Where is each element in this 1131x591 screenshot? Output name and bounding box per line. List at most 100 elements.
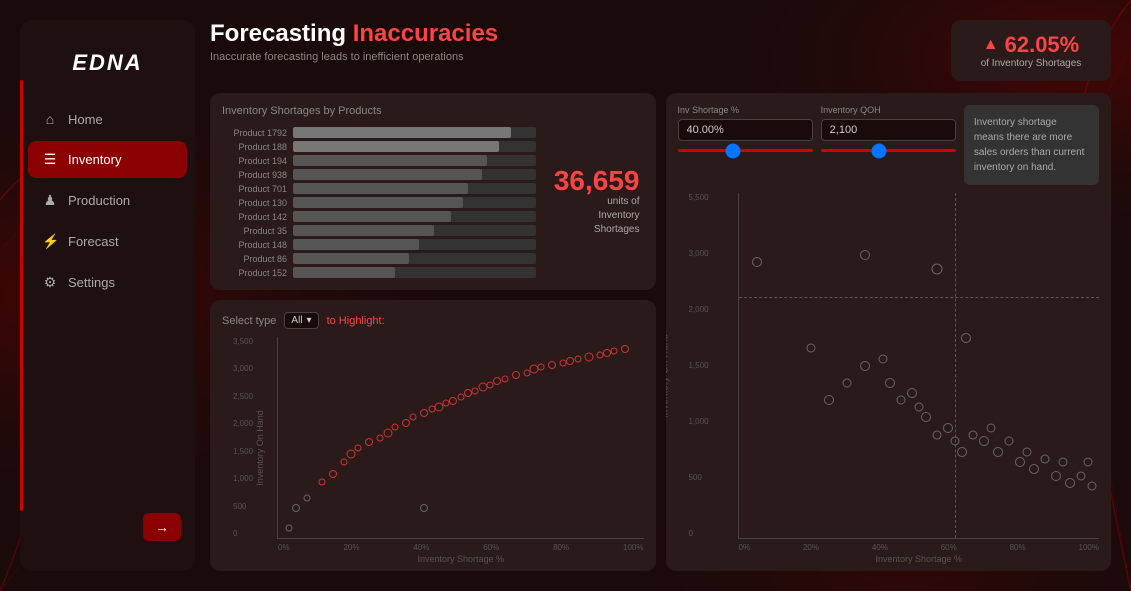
kpi-value: 62.05% (1005, 32, 1080, 58)
bar-fill (293, 169, 482, 180)
inv-shortage-input[interactable] (678, 119, 813, 141)
bar-label: Product 86 (222, 254, 287, 264)
bar-fill (293, 155, 487, 166)
inv-qoh-input[interactable] (821, 119, 956, 141)
sidebar-item-home[interactable]: ⌂ Home (28, 101, 187, 137)
bar-chart-panel: Inventory Shortages by Products Product … (210, 93, 656, 290)
scatter-dot (957, 447, 967, 457)
bar-track (293, 183, 536, 194)
inv-qoh-group: Inventory QOH (821, 105, 956, 185)
x-tick: 80% (1010, 543, 1026, 552)
bar-label: Product 188 (222, 142, 287, 152)
scatter-dot (355, 444, 362, 451)
scatter-dot (986, 423, 995, 432)
bar-row: Product 148 (222, 239, 536, 250)
bar-chart-content: Product 1792 Product 188 Product 194 Pro… (222, 125, 644, 278)
right-controls: Inv Shortage % Inventory QOH Inventory s… (678, 105, 1100, 185)
right-x-axis-label: Inventory Shortage % (875, 554, 962, 564)
scatter-dot (932, 430, 941, 439)
scatter-dot (914, 402, 923, 411)
bar-row: Product 142 (222, 211, 536, 222)
scatter-dot (979, 436, 989, 446)
bar-label: Product 35 (222, 226, 287, 236)
info-box: Inventory shortage means there are more … (964, 105, 1099, 185)
scatter-dot (347, 449, 356, 458)
y-tick: 2,000 (233, 419, 253, 428)
alert-icon: ▲ (983, 36, 999, 54)
scatter-right-container: Inventory On Hand 5,500 3,000 2,000 1,50… (678, 193, 1100, 559)
scatter-dot (860, 250, 870, 260)
inv-shortage-slider[interactable] (678, 149, 813, 152)
inventory-icon: ☰ (42, 151, 58, 168)
sidebar-item-inventory-label: Inventory (68, 152, 121, 167)
type-dropdown[interactable]: All ▾ (284, 312, 318, 329)
bar-row: Product 152 (222, 267, 536, 278)
scatter-dot (340, 458, 347, 465)
scatter-dot (993, 447, 1003, 457)
scatter-dot (611, 348, 618, 355)
bar-fill (293, 183, 468, 194)
sidebar-item-inventory[interactable]: ☰ Inventory (28, 141, 187, 178)
inv-qoh-slider[interactable] (821, 149, 956, 152)
scatter-dot (493, 377, 501, 385)
inv-shortage-label: Inv Shortage % (678, 105, 813, 115)
x-tick: 100% (623, 543, 643, 552)
scatter-dot (806, 344, 815, 353)
y-tick: 3,500 (233, 337, 253, 346)
bar-track (293, 239, 536, 250)
scatter-dot (304, 494, 311, 501)
bar-fill (293, 225, 434, 236)
chevron-down-icon: ▾ (307, 315, 312, 326)
big-label: units ofInventoryShortages (594, 195, 640, 237)
left-x-axis-label: Inventory Shortage % (417, 554, 504, 564)
logout-button[interactable]: → (143, 513, 181, 541)
scatter-dot (943, 423, 953, 433)
scatter-dot (574, 356, 581, 363)
scatter-dot (1087, 482, 1096, 491)
bar-list: Product 1792 Product 188 Product 194 Pro… (222, 125, 536, 278)
forecast-icon: ⚡ (42, 233, 58, 250)
title-accent: Inaccuracies (353, 20, 498, 47)
scatter-dot (878, 354, 887, 363)
page-subtitle: Inaccurate forecasting leads to ineffici… (210, 51, 498, 63)
scatter-dot (486, 382, 493, 389)
scatter-dot (383, 429, 392, 438)
select-type-label: Select type (222, 315, 276, 327)
y-tick: 3,000 (233, 364, 253, 373)
sidebar-item-production[interactable]: ♟ Production (28, 182, 187, 219)
scatter-dot (896, 396, 905, 405)
sidebar-item-forecast-label: Forecast (68, 234, 119, 249)
sidebar-bottom: → (20, 503, 195, 551)
bar-row: Product 35 (222, 225, 536, 236)
scatter-dot (603, 349, 611, 357)
scatter-dot (1015, 457, 1025, 467)
y-tick: 500 (689, 473, 709, 482)
scatter-dot (292, 504, 300, 512)
left-y-axis-label: Inventory On Hand (255, 410, 265, 486)
sidebar-item-home-label: Home (68, 112, 103, 127)
scatter-dot (501, 376, 508, 383)
dashed-v1 (955, 193, 956, 538)
sidebar-item-settings[interactable]: ⚙ Settings (28, 264, 187, 301)
bar-fill (293, 197, 463, 208)
scatter-dot (1004, 437, 1013, 446)
scatter-dot (538, 364, 545, 371)
x-tick: 40% (413, 543, 429, 552)
bar-row: Product 938 (222, 169, 536, 180)
highlight-label: to Highlight: (327, 315, 385, 327)
x-tick: 60% (483, 543, 499, 552)
scatter-dot (1084, 458, 1093, 467)
kpi-top: ▲ 62.05% (983, 32, 1079, 58)
scatter-left-container: Inventory On Hand 3,500 3,000 2,500 2,00… (222, 337, 644, 559)
bar-track (293, 155, 536, 166)
x-tick: 100% (1079, 543, 1099, 552)
sidebar-item-forecast[interactable]: ⚡ Forecast (28, 223, 187, 260)
scatter-dot (1040, 454, 1049, 463)
content-grid: Inventory Shortages by Products Product … (210, 93, 1111, 571)
x-tick: 20% (803, 543, 819, 552)
y-tick: 0 (233, 529, 253, 538)
kpi-label: of Inventory Shortages (981, 58, 1082, 69)
scatter-dot (402, 419, 410, 427)
scatter-dot (968, 430, 977, 439)
kpi-card: ▲ 62.05% of Inventory Shortages (951, 20, 1111, 81)
